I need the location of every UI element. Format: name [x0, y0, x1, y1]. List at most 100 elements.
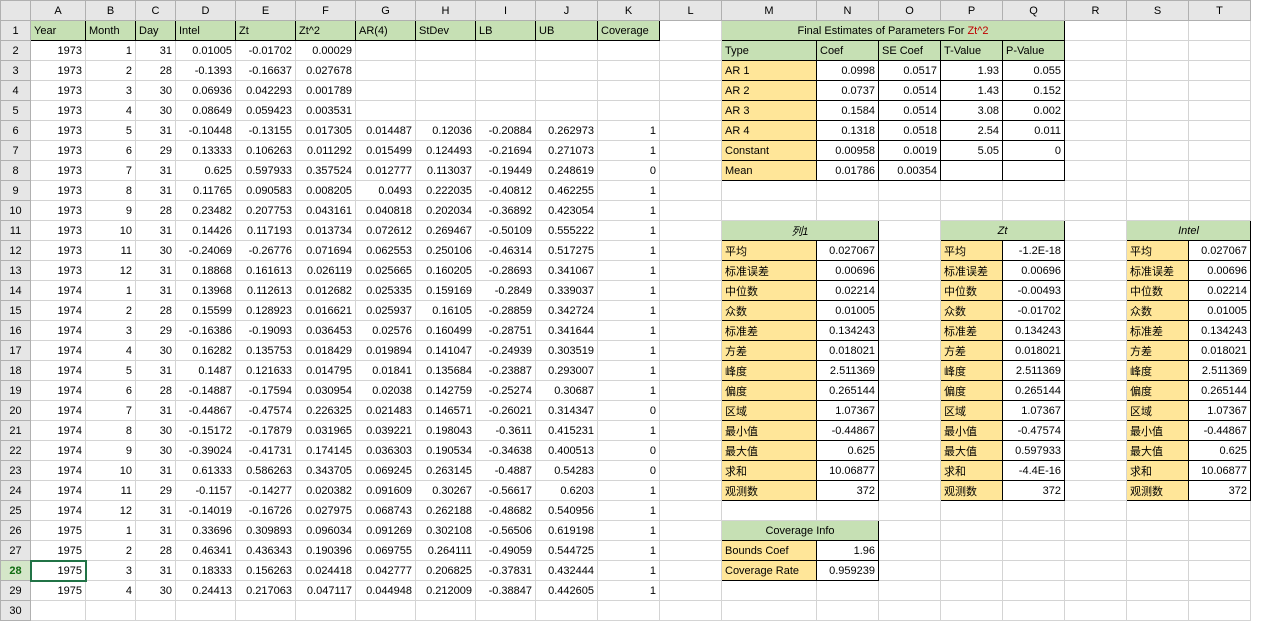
cell-I28[interactable]: -0.37831 [476, 561, 536, 581]
cell-K13[interactable]: 1 [598, 261, 660, 281]
cell-P21[interactable]: 最小值 [941, 421, 1003, 441]
cell-S2[interactable] [1127, 41, 1189, 61]
cell-N30[interactable] [817, 601, 879, 621]
cell-T10[interactable] [1189, 201, 1251, 221]
cell-A19[interactable]: 1974 [31, 381, 86, 401]
cell-E21[interactable]: -0.17879 [236, 421, 296, 441]
row-header-28[interactable]: 28 [1, 561, 31, 581]
cell-C13[interactable]: 31 [136, 261, 176, 281]
cell-Q26[interactable] [1003, 521, 1065, 541]
cell-D14[interactable]: 0.13968 [176, 281, 236, 301]
col-header-P[interactable]: P [941, 1, 1003, 21]
cell-H22[interactable]: 0.190534 [416, 441, 476, 461]
cell-P14[interactable]: 中位数 [941, 281, 1003, 301]
cell-S30[interactable] [1127, 601, 1189, 621]
cell-T7[interactable] [1189, 141, 1251, 161]
cell-C11[interactable]: 31 [136, 221, 176, 241]
cell-E27[interactable]: 0.436343 [236, 541, 296, 561]
cell-C22[interactable]: 30 [136, 441, 176, 461]
cell-R16[interactable] [1065, 321, 1127, 341]
row-header-1[interactable]: 1 [1, 21, 31, 41]
col-header-O[interactable]: O [879, 1, 941, 21]
row-header-7[interactable]: 7 [1, 141, 31, 161]
cell-F7[interactable]: 0.011292 [296, 141, 356, 161]
cell-S29[interactable] [1127, 581, 1189, 601]
cell-H5[interactable] [416, 101, 476, 121]
cell-M8[interactable]: Mean [722, 161, 817, 181]
cell-A20[interactable]: 1974 [31, 401, 86, 421]
cell-Q4[interactable]: 0.152 [1003, 81, 1065, 101]
cell-B2[interactable]: 1 [86, 41, 136, 61]
cell-G27[interactable]: 0.069755 [356, 541, 416, 561]
cell-R12[interactable] [1065, 241, 1127, 261]
cell-D4[interactable]: 0.06936 [176, 81, 236, 101]
cell-R24[interactable] [1065, 481, 1127, 501]
cell-C4[interactable]: 30 [136, 81, 176, 101]
cell-S14[interactable]: 中位数 [1127, 281, 1189, 301]
cell-H14[interactable]: 0.159169 [416, 281, 476, 301]
cell-J20[interactable]: 0.314347 [536, 401, 598, 421]
cell-H2[interactable] [416, 41, 476, 61]
cell-P8[interactable] [941, 161, 1003, 181]
cell-A22[interactable]: 1974 [31, 441, 86, 461]
cell-H11[interactable]: 0.269467 [416, 221, 476, 241]
cell-C17[interactable]: 30 [136, 341, 176, 361]
cell-S21[interactable]: 最小值 [1127, 421, 1189, 441]
cell-L29[interactable] [660, 581, 722, 601]
cell-J2[interactable] [536, 41, 598, 61]
cell-Q27[interactable] [1003, 541, 1065, 561]
cell-E1[interactable]: Zt [236, 21, 296, 41]
cell-E4[interactable]: 0.042293 [236, 81, 296, 101]
row-header-24[interactable]: 24 [1, 481, 31, 501]
cell-I2[interactable] [476, 41, 536, 61]
cell-N9[interactable] [817, 181, 879, 201]
cell-B15[interactable]: 2 [86, 301, 136, 321]
cell-N12[interactable]: 0.027067 [817, 241, 879, 261]
cell-J23[interactable]: 0.54283 [536, 461, 598, 481]
cell-B5[interactable]: 4 [86, 101, 136, 121]
cell-R6[interactable] [1065, 121, 1127, 141]
cell-K23[interactable]: 0 [598, 461, 660, 481]
cell-H12[interactable]: 0.250106 [416, 241, 476, 261]
cell-D8[interactable]: 0.625 [176, 161, 236, 181]
cell-L26[interactable] [660, 521, 722, 541]
cell-E12[interactable]: -0.26776 [236, 241, 296, 261]
cell-L19[interactable] [660, 381, 722, 401]
cell-C10[interactable]: 28 [136, 201, 176, 221]
cell-E20[interactable]: -0.47574 [236, 401, 296, 421]
cell-P27[interactable] [941, 541, 1003, 561]
cell-A30[interactable] [31, 601, 86, 621]
cell-K15[interactable]: 1 [598, 301, 660, 321]
cell-H15[interactable]: 0.16105 [416, 301, 476, 321]
cell-S27[interactable] [1127, 541, 1189, 561]
cell-D12[interactable]: -0.24069 [176, 241, 236, 261]
cell-R17[interactable] [1065, 341, 1127, 361]
cell-N22[interactable]: 0.625 [817, 441, 879, 461]
cell-Q5[interactable]: 0.002 [1003, 101, 1065, 121]
cell-G4[interactable] [356, 81, 416, 101]
cell-N7[interactable]: 0.00958 [817, 141, 879, 161]
cell-P22[interactable]: 最大值 [941, 441, 1003, 461]
cell-G21[interactable]: 0.039221 [356, 421, 416, 441]
cell-L10[interactable] [660, 201, 722, 221]
cell-G14[interactable]: 0.025335 [356, 281, 416, 301]
cell-Q12[interactable]: -1.2E-18 [1003, 241, 1065, 261]
cell-A18[interactable]: 1974 [31, 361, 86, 381]
row-header-30[interactable]: 30 [1, 601, 31, 621]
cell-T13[interactable]: 0.00696 [1189, 261, 1251, 281]
cell-E15[interactable]: 0.128923 [236, 301, 296, 321]
cell-N18[interactable]: 2.511369 [817, 361, 879, 381]
cell-M15[interactable]: 众数 [722, 301, 817, 321]
cell-T14[interactable]: 0.02214 [1189, 281, 1251, 301]
cell-O27[interactable] [879, 541, 941, 561]
cell-G22[interactable]: 0.036303 [356, 441, 416, 461]
cell-P26[interactable] [941, 521, 1003, 541]
cell-O30[interactable] [879, 601, 941, 621]
cell-I9[interactable]: -0.40812 [476, 181, 536, 201]
cell-M22[interactable]: 最大值 [722, 441, 817, 461]
cell-A26[interactable]: 1975 [31, 521, 86, 541]
cell-M24[interactable]: 观测数 [722, 481, 817, 501]
cell-R7[interactable] [1065, 141, 1127, 161]
cell-R18[interactable] [1065, 361, 1127, 381]
cell-M21[interactable]: 最小值 [722, 421, 817, 441]
